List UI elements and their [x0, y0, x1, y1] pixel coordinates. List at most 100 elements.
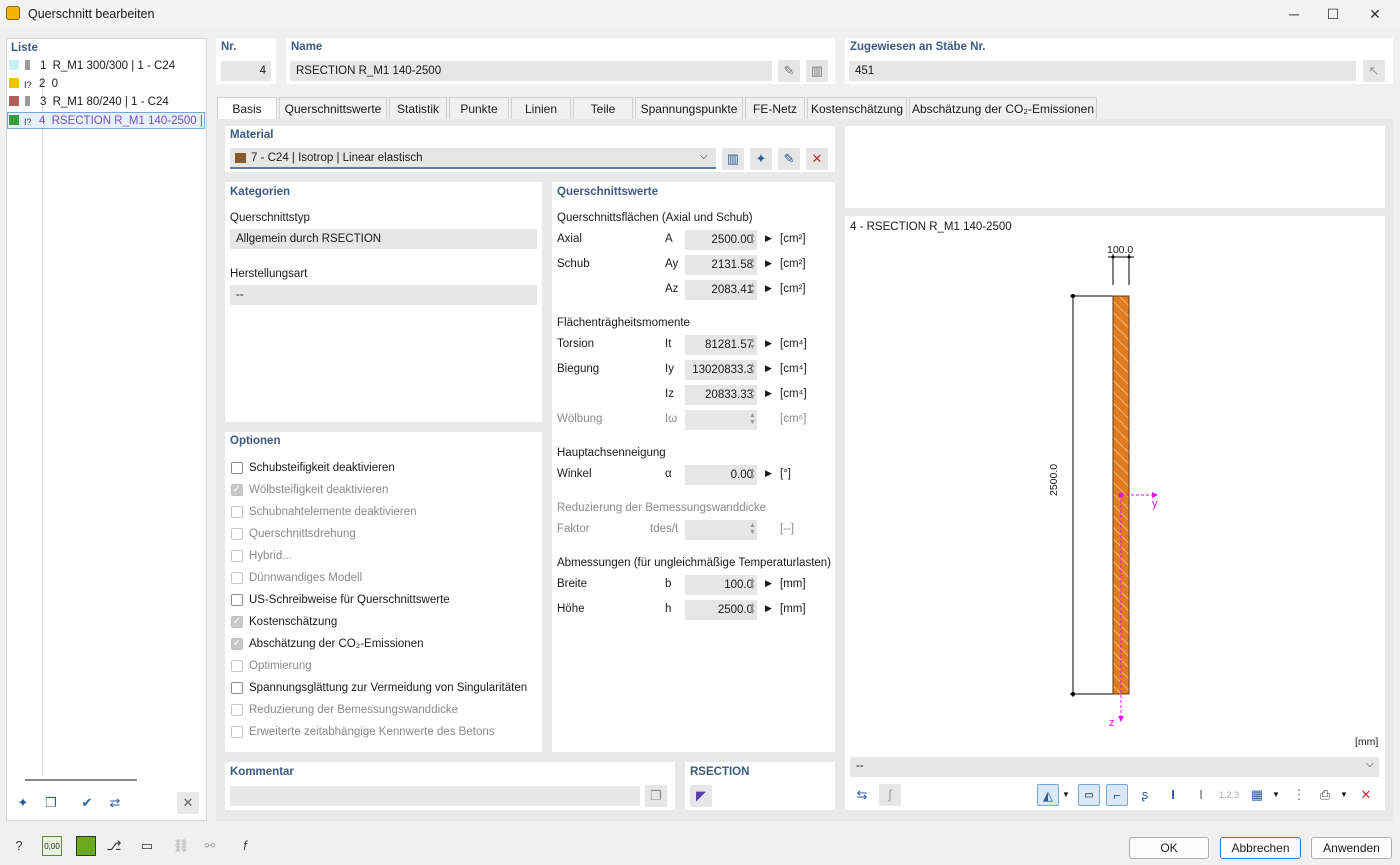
value-field[interactable] [685, 410, 757, 430]
option-checkbox[interactable] [231, 462, 243, 474]
maximize-button[interactable]: ☐ [1323, 4, 1343, 24]
list-icon[interactable]: ⋮ [1288, 784, 1310, 806]
check-button[interactable]: ✔ [76, 792, 98, 814]
value-field[interactable]: 2083.41 [685, 280, 757, 300]
option-label: Kostenschätzung [249, 616, 338, 628]
list-item[interactable]: 3 R_M1 80/240 | 1 - C24 [9, 94, 205, 111]
categories-header: Kategorien [230, 186, 291, 198]
table-dropdown[interactable]: ▼ [1272, 790, 1280, 799]
print-dropdown[interactable]: ▼ [1340, 790, 1348, 799]
assigned-label: Zugewiesen an Stäbe Nr. [850, 41, 986, 53]
render-mode-dropdown[interactable]: ▼ [1062, 790, 1070, 799]
option-label: Querschnittsdrehung [249, 528, 356, 540]
tab-section-values[interactable]: Querschnittswerte [279, 97, 387, 119]
reduction-title: Reduzierung der Bemessungswanddicke [557, 502, 767, 514]
tab-basis[interactable]: Basis [217, 97, 277, 120]
value-field[interactable]: 0.00 [685, 465, 757, 485]
name-field[interactable]: RSECTION R_M1 140-2500 [290, 61, 772, 81]
axes-icon[interactable]: ⌐ [1106, 784, 1128, 806]
value-field[interactable] [685, 520, 757, 540]
value-field[interactable]: 100.0 [685, 575, 757, 595]
tab-stress-points[interactable]: Spannungspunkte [635, 97, 743, 119]
list-item[interactable]: 1 R_M1 300/300 | 1 - C24 [9, 58, 205, 75]
tree-icon[interactable]: ⎇ [103, 835, 125, 857]
apply-button[interactable]: Anwenden [1311, 837, 1392, 859]
option-checkbox[interactable]: ✓ [231, 616, 243, 628]
check-renumber-button[interactable]: ⇄ [104, 792, 126, 814]
option-checkbox[interactable] [231, 550, 243, 562]
unlink-icon[interactable]: ⚯ [199, 835, 221, 857]
option-checkbox[interactable] [231, 660, 243, 672]
edit-material-icon[interactable]: ✎ [778, 148, 800, 170]
delete-material-icon[interactable]: ✕ [806, 148, 828, 170]
tab-parts[interactable]: Teile [573, 97, 633, 119]
library-icon[interactable]: ▥ [806, 60, 828, 82]
option-checkbox[interactable]: ✓ [231, 484, 243, 496]
value-field[interactable]: 81281.57 [685, 335, 757, 355]
reset-view-icon[interactable]: ✕ [1355, 784, 1377, 806]
select-members-icon[interactable]: ↖ [1363, 60, 1385, 82]
render-mode-icon[interactable]: ◭ [1037, 784, 1059, 806]
value-row-bending-y: Biegung Iy 13020833.3 ▲ ▼ ▶ [cm⁴] [557, 360, 832, 380]
material-select[interactable]: 7 - C24 | Isotrop | Linear elastisch ⌵ [230, 148, 716, 169]
numbering-icon[interactable]: 1.2.3 [1218, 784, 1240, 806]
new-material-icon[interactable]: ✦ [750, 148, 772, 170]
list-item-selected[interactable]: I? 4 RSECTION R_M1 140-2500 | 7 [7, 112, 205, 129]
link-icon[interactable]: ⛓ [170, 835, 192, 857]
value-row-axial: Axial A 2500.00 ▲ ▼ ▶ [cm²] [557, 230, 832, 250]
units-icon[interactable]: 0,00 [42, 836, 62, 856]
assigned-field[interactable]: 451 [849, 61, 1356, 81]
list-item[interactable]: I? 2 0 [9, 76, 205, 93]
comment-library-icon[interactable]: ❐ [645, 785, 667, 807]
help-icon[interactable]: ? [8, 835, 30, 857]
centroid-icon[interactable]: ʂ [1134, 784, 1156, 806]
close-window-button[interactable]: ✕ [1365, 4, 1385, 24]
i-beam-icon[interactable]: I [1162, 784, 1184, 806]
option-checkbox[interactable] [231, 506, 243, 518]
list-scrollbar[interactable] [25, 779, 137, 781]
value-field[interactable]: 20833.33 [685, 385, 757, 405]
value-field[interactable]: 13020833.3 [685, 360, 757, 380]
arrow-right-icon: ▶ [765, 363, 772, 373]
option-checkbox[interactable]: ✓ [231, 638, 243, 650]
rsection-header: RSECTION [690, 766, 750, 778]
i-beam-outline-icon[interactable]: I [1190, 784, 1212, 806]
manufacture-field: -- [230, 285, 537, 305]
tab-fe-mesh[interactable]: FE-Netz [745, 97, 805, 119]
formula-icon[interactable]: f [234, 835, 256, 857]
tab-cost-estimation[interactable]: Kostenschätzung [807, 97, 907, 119]
material-library-icon[interactable]: ▥ [722, 148, 744, 170]
nr-field[interactable]: 4 [221, 61, 271, 81]
option-checkbox[interactable] [231, 528, 243, 540]
tab-lines[interactable]: Linien [511, 97, 571, 119]
value-field[interactable]: 2131.58 [685, 255, 757, 275]
comment-field[interactable] [230, 786, 640, 806]
option-checkbox[interactable] [231, 594, 243, 606]
new-section-button[interactable]: ✦ [12, 792, 34, 814]
tab-co2-estimation[interactable]: Abschätzung der CO₂-Emissionen [909, 97, 1097, 119]
value-field[interactable]: 2500.00 [685, 230, 757, 250]
warning-icon: I? [24, 117, 32, 127]
color-icon[interactable] [76, 836, 96, 856]
dimensions-icon[interactable]: ▭ [1078, 784, 1100, 806]
table-icon[interactable]: ▦ [1246, 784, 1268, 806]
edit-name-icon[interactable]: ✎ [778, 60, 800, 82]
swap-icon[interactable]: ⇆ [851, 784, 873, 806]
value-field[interactable]: 2500.0 [685, 600, 757, 620]
ok-button[interactable]: OK [1129, 837, 1209, 859]
section-icon[interactable]: ʃ [879, 784, 901, 806]
option-checkbox[interactable] [231, 572, 243, 584]
copy-section-button[interactable]: ❐ [40, 792, 62, 814]
print-icon[interactable]: ⎙ [1314, 784, 1336, 806]
preview-dropdown[interactable]: -- ⌵ [850, 757, 1379, 777]
rsection-open-icon[interactable]: ◤ [690, 785, 712, 807]
display-icon[interactable]: ▭ [136, 835, 158, 857]
minimize-button[interactable]: ─ [1284, 4, 1304, 24]
tab-statistics[interactable]: Statistik [389, 97, 447, 119]
option-checkbox[interactable] [231, 682, 243, 694]
option-checkbox[interactable] [231, 704, 243, 716]
delete-button[interactable]: ✕ [177, 792, 199, 814]
option-checkbox[interactable] [231, 726, 243, 738]
tab-points[interactable]: Punkte [449, 97, 509, 119]
cancel-button[interactable]: Abbrechen [1220, 837, 1301, 859]
